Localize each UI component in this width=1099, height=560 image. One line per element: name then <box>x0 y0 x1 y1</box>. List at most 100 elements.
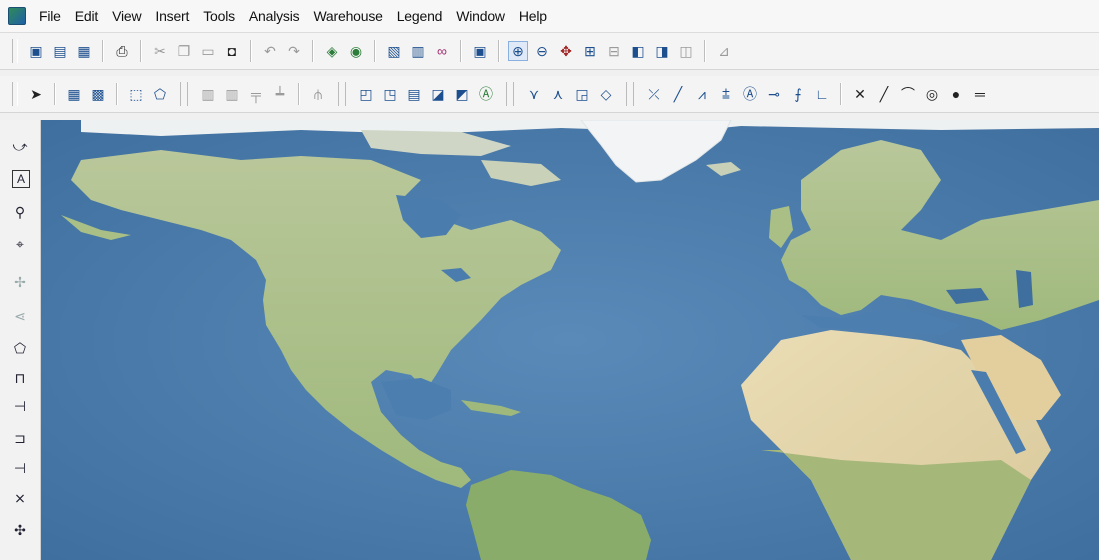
text-tool-icon[interactable]: A <box>12 170 30 188</box>
zoom-out-icon[interactable]: ⊖ <box>532 41 552 61</box>
tee-left-icon[interactable]: ⊣ <box>10 458 30 478</box>
pin-icon[interactable]: ⌖ <box>10 234 30 254</box>
query-icon[interactable]: ◪ <box>428 84 448 104</box>
menu-warehouse[interactable]: Warehouse <box>313 8 382 24</box>
menu-help[interactable]: Help <box>519 8 547 24</box>
flag2-icon[interactable]: ⊐ <box>10 428 30 448</box>
compass-icon[interactable]: ✣ <box>10 520 30 540</box>
measure-icon[interactable]: ⊿ <box>714 41 734 61</box>
pan-icon[interactable]: ✥ <box>556 41 576 61</box>
new-layer-icon[interactable]: ◰ <box>356 84 376 104</box>
edit-toolbar: ➤ ▦ ▩ ⬚ ⬠ ▥ ▥ ╤ ┷ ⫛ ◰ ◳ ▤ ◪ ◩ Ⓐ ⋎ ⋏ ◲ ◇ … <box>0 76 1099 113</box>
app-icon <box>8 7 26 25</box>
link-icon[interactable]: ∞ <box>432 41 452 61</box>
next-extent-icon[interactable]: ◧ <box>628 41 648 61</box>
line-icon[interactable]: ╱ <box>668 84 688 104</box>
text-box-icon[interactable]: Ⓐ <box>740 84 760 104</box>
align-icon[interactable]: ╤ <box>246 84 266 104</box>
toolbar-separator <box>250 40 252 62</box>
select-rect-icon[interactable]: ⬚ <box>126 84 146 104</box>
flag-icon[interactable]: ⊓ <box>10 368 30 388</box>
menu-analysis[interactable]: Analysis <box>249 8 300 24</box>
intersect-icon[interactable]: ⤫ <box>644 84 664 104</box>
straight-line-icon[interactable]: ╱ <box>874 84 894 104</box>
dot-icon[interactable]: ● <box>946 84 966 104</box>
menu-legend[interactable]: Legend <box>397 8 443 24</box>
toolbar-separator <box>116 83 118 105</box>
previous-extent-icon[interactable]: ⊟ <box>604 41 624 61</box>
cut-icon[interactable]: ✂ <box>150 41 170 61</box>
toolbar-separator <box>498 40 500 62</box>
toolbar-grip[interactable] <box>12 39 18 63</box>
attribute-table-icon[interactable]: ▥ <box>408 41 428 61</box>
delete-node-icon[interactable]: ✕ <box>850 84 870 104</box>
tee-icon[interactable]: ⊣ <box>10 396 30 416</box>
layer-control-icon[interactable]: ▦ <box>74 41 94 61</box>
ring-icon[interactable]: ◎ <box>922 84 942 104</box>
snap-arrow-icon[interactable]: ⋖ <box>10 306 30 326</box>
select-polygon-icon[interactable]: ⬠ <box>150 84 170 104</box>
polyline-icon[interactable]: ⩘ <box>692 84 712 104</box>
undo-icon[interactable]: ↶ <box>260 41 280 61</box>
menu-edit[interactable]: Edit <box>75 8 99 24</box>
refresh-icon[interactable]: ◨ <box>652 41 672 61</box>
select-query-icon[interactable]: ▧ <box>384 41 404 61</box>
menu-view[interactable]: View <box>112 8 141 24</box>
menu-file[interactable]: File <box>39 8 61 24</box>
distribute-icon[interactable]: ┷ <box>270 84 290 104</box>
paste-icon[interactable]: ▭ <box>198 41 218 61</box>
angle-icon[interactable]: ∟ <box>812 84 832 104</box>
menu-tools[interactable]: Tools <box>203 8 235 24</box>
full-extent-icon[interactable]: ⊞ <box>580 41 600 61</box>
equals-icon[interactable]: ═ <box>970 84 990 104</box>
select-arrow-icon[interactable]: ➤ <box>26 84 46 104</box>
open-map-icon[interactable]: ▣ <box>26 41 46 61</box>
label-icon[interactable]: Ⓐ <box>476 84 496 104</box>
polygon-draw-icon[interactable]: ⬠ <box>10 338 30 358</box>
toolbar-separator <box>460 40 462 62</box>
print-icon[interactable]: ⎙ <box>112 41 132 61</box>
magnifier-icon[interactable]: ⚲ <box>10 202 30 222</box>
layer-add-icon[interactable]: ◈ <box>322 41 342 61</box>
curve-icon[interactable]: ⌒ <box>898 84 918 104</box>
feature-icon[interactable]: ◲ <box>572 84 592 104</box>
menu-window[interactable]: Window <box>456 8 505 24</box>
cross-point-icon[interactable]: ⨯ <box>10 488 30 508</box>
zoom-in-icon[interactable]: ⊕ <box>508 41 528 61</box>
split-icon[interactable]: ⨍ <box>788 84 808 104</box>
snap-icon[interactable]: ⫛ <box>308 84 328 104</box>
node-add-icon[interactable]: ⋏ <box>548 84 568 104</box>
node-edit-icon[interactable]: ⋎ <box>524 84 544 104</box>
save-icon[interactable]: ▤ <box>50 41 70 61</box>
reshape-icon[interactable]: ◇ <box>596 84 616 104</box>
toolbar-separator <box>704 40 706 62</box>
grid-icon[interactable]: ▥ <box>198 84 218 104</box>
join-icon[interactable]: ⊸ <box>764 84 784 104</box>
move-point-icon[interactable]: ✢ <box>10 272 30 292</box>
world-map[interactable] <box>41 120 1099 560</box>
map-window-icon[interactable]: ▣ <box>470 41 490 61</box>
copy-icon[interactable]: ❐ <box>174 41 194 61</box>
style-icon[interactable]: ◩ <box>452 84 472 104</box>
toolbar-grip <box>180 82 188 106</box>
edit-layer-icon[interactable]: ◳ <box>380 84 400 104</box>
map-canvas[interactable] <box>41 120 1099 560</box>
toolbar-separator <box>54 83 56 105</box>
rotate-icon[interactable]: ⤻ <box>10 136 30 156</box>
toolbar-grip <box>626 82 634 106</box>
identify-icon[interactable]: ◫ <box>676 41 696 61</box>
toolbar-grip <box>506 82 514 106</box>
menu-insert[interactable]: Insert <box>155 8 189 24</box>
layer-style-icon[interactable]: ◉ <box>346 41 366 61</box>
table-icon[interactable]: ▤ <box>404 84 424 104</box>
select-region-icon[interactable]: ▦ <box>64 84 84 104</box>
select-layer-icon[interactable]: ▩ <box>88 84 108 104</box>
toolbar-separator <box>374 40 376 62</box>
toolbar-grip <box>338 82 346 106</box>
offset-icon[interactable]: ⩲ <box>716 84 736 104</box>
camera-icon[interactable]: ◘ <box>222 41 242 61</box>
toolbar-grip[interactable] <box>12 82 18 106</box>
grid2-icon[interactable]: ▥ <box>222 84 242 104</box>
toolbar-separator <box>298 83 300 105</box>
redo-icon[interactable]: ↷ <box>284 41 304 61</box>
